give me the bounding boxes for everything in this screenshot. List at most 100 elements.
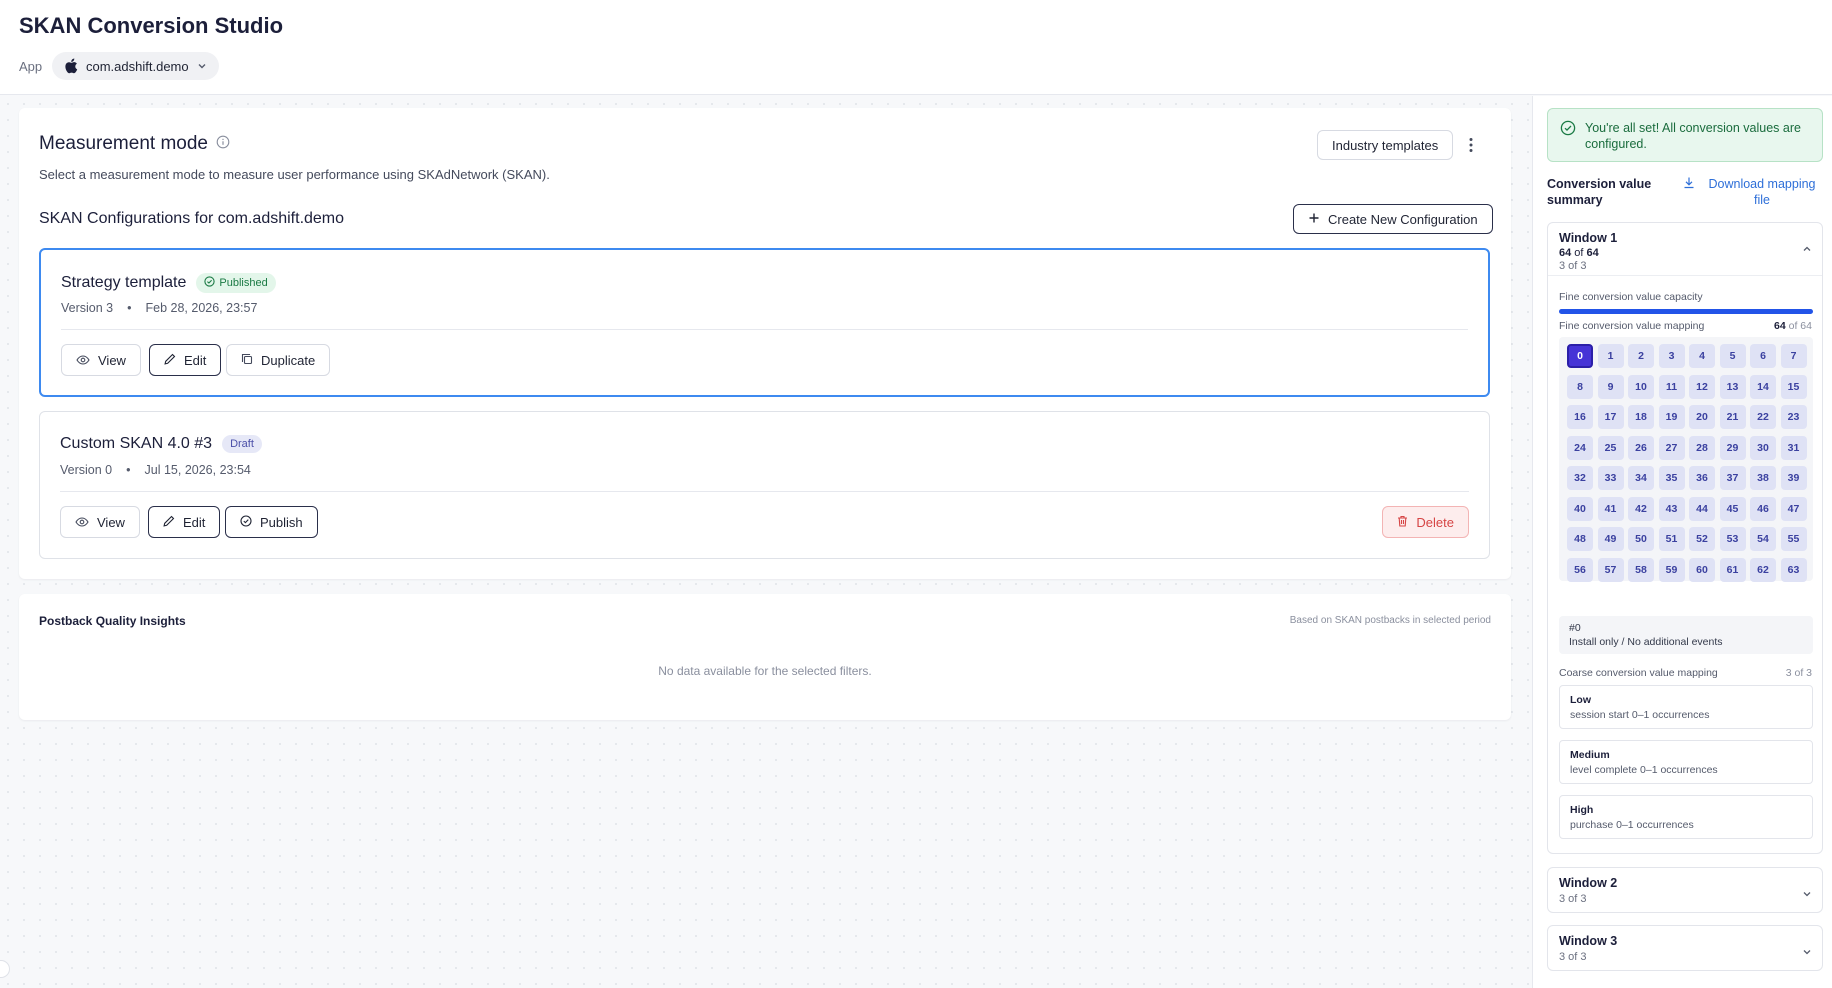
conversion-value-cell[interactable]: 62: [1750, 557, 1776, 582]
conversion-value-cell[interactable]: 35: [1658, 466, 1685, 490]
conversion-value-cell[interactable]: 14: [1750, 374, 1776, 399]
coarse-item-desc: session start 0–1 occurrences: [1570, 709, 1710, 721]
conversion-value-cell[interactable]: 31: [1780, 435, 1807, 460]
industry-templates-button[interactable]: Industry templates: [1317, 130, 1454, 160]
conversion-value-cell[interactable]: 34: [1628, 466, 1654, 490]
conversion-value-cell[interactable]: 50: [1628, 527, 1654, 551]
conversion-value-cell[interactable]: 41: [1597, 496, 1624, 521]
download-mapping-link[interactable]: Download mapping file: [1683, 176, 1823, 208]
conversion-value-cell[interactable]: 53: [1719, 527, 1746, 551]
app-selector[interactable]: com.adshift.demo: [52, 52, 219, 80]
more-options-icon[interactable]: [1461, 135, 1481, 155]
conversion-value-cell[interactable]: 54: [1750, 527, 1776, 551]
coarse-item-low[interactable]: Low session start 0–1 occurrences: [1559, 685, 1813, 729]
conversion-value-cell[interactable]: 55: [1780, 527, 1807, 551]
conversion-value-cell[interactable]: 9: [1597, 374, 1624, 399]
configs-title: SKAN Configurations for com.adshift.demo: [39, 210, 345, 227]
coarse-item-medium[interactable]: Medium level complete 0–1 occurrences: [1559, 740, 1813, 784]
conversion-value-cell[interactable]: 39: [1780, 466, 1807, 490]
conversion-value-cell[interactable]: 49: [1597, 527, 1624, 551]
edit-button[interactable]: Edit: [149, 344, 222, 376]
window-2-panel[interactable]: Window 2 3 of 3: [1547, 867, 1823, 913]
edit-button[interactable]: Edit: [148, 506, 221, 538]
conversion-value-cell[interactable]: 7: [1780, 344, 1807, 368]
conversion-value-cell[interactable]: 19: [1658, 405, 1685, 429]
insights-empty-state: No data available for the selected filte…: [658, 664, 872, 678]
view-button[interactable]: View: [61, 344, 141, 376]
conversion-value-cell[interactable]: 59: [1658, 557, 1685, 582]
conversion-value-cell[interactable]: 42: [1628, 496, 1654, 521]
conversion-value-cell[interactable]: 10: [1628, 374, 1654, 399]
conversion-value-cell[interactable]: 20: [1689, 405, 1715, 429]
conversion-value-cell[interactable]: 17: [1597, 405, 1624, 429]
conversion-value-cell[interactable]: 46: [1750, 496, 1776, 521]
app-label: App: [19, 59, 43, 74]
conversion-value-cell[interactable]: 3: [1658, 344, 1685, 368]
conversion-value-cell[interactable]: 60: [1689, 557, 1715, 582]
conversion-value-cell[interactable]: 36: [1689, 466, 1715, 490]
conversion-value-cell[interactable]: 26: [1628, 435, 1654, 460]
conversion-value-cell[interactable]: 30: [1750, 435, 1776, 460]
chevron-down-icon[interactable]: [1802, 944, 1812, 962]
info-icon[interactable]: [216, 133, 230, 155]
conversion-value-cell[interactable]: 1: [1597, 344, 1624, 368]
conversion-value-cell[interactable]: 28: [1689, 435, 1715, 460]
conversion-value-cell[interactable]: 21: [1719, 405, 1746, 429]
conversion-value-cell[interactable]: 43: [1658, 496, 1685, 521]
conversion-value-cell[interactable]: 22: [1750, 405, 1776, 429]
conversion-value-cell[interactable]: 57: [1597, 557, 1624, 582]
config-version: Version 0: [60, 463, 113, 477]
conversion-value-cell[interactable]: 25: [1597, 435, 1624, 460]
publish-button[interactable]: Publish: [225, 506, 318, 538]
conversion-value-cell[interactable]: 38: [1750, 466, 1776, 490]
conversion-value-cell[interactable]: 63: [1780, 557, 1807, 582]
view-label: View: [97, 514, 125, 530]
conversion-value-cell[interactable]: 32: [1567, 466, 1593, 490]
conversion-value-cell[interactable]: 45: [1719, 496, 1746, 521]
config-card-custom-skan[interactable]: Custom SKAN 4.0 #3 Draft Version 0 • Jul…: [39, 411, 1490, 559]
conversion-value-cell[interactable]: 11: [1658, 374, 1685, 399]
conversion-value-cell[interactable]: 23: [1780, 405, 1807, 429]
conversion-value-cell[interactable]: 44: [1689, 496, 1715, 521]
meta-separator: •: [127, 301, 132, 315]
conversion-value-cell[interactable]: 4: [1689, 344, 1715, 368]
conversion-value-cell[interactable]: 51: [1658, 527, 1685, 551]
conversion-value-cell[interactable]: 13: [1719, 374, 1746, 399]
conversion-value-cell[interactable]: 6: [1750, 344, 1776, 368]
conversion-value-cell[interactable]: 8: [1567, 374, 1593, 399]
conversion-value-cell[interactable]: 24: [1567, 435, 1593, 460]
view-button[interactable]: View: [60, 506, 140, 538]
check-circle-icon: [240, 514, 252, 530]
delete-button[interactable]: Delete: [1382, 506, 1469, 538]
conversion-value-cell[interactable]: 52: [1689, 527, 1715, 551]
conversion-value-cell[interactable]: 48: [1567, 527, 1593, 551]
duplicate-button[interactable]: Duplicate: [226, 344, 331, 376]
conversion-value-cell[interactable]: 0: [1567, 344, 1593, 368]
coarse-mapping-count: 3 of 3: [1785, 667, 1812, 679]
conversion-value-cell[interactable]: 33: [1597, 466, 1624, 490]
check-circle-icon: [204, 276, 216, 290]
window-3-panel[interactable]: Window 3 3 of 3: [1547, 925, 1823, 971]
divider: [60, 491, 1469, 492]
conversion-value-cell[interactable]: 16: [1567, 405, 1593, 429]
chevron-down-icon[interactable]: [1802, 886, 1812, 904]
conversion-value-cell[interactable]: 37: [1719, 466, 1746, 490]
conversion-value-cell[interactable]: 56: [1567, 557, 1593, 582]
conversion-value-cell[interactable]: 5: [1719, 344, 1746, 368]
create-configuration-button[interactable]: Create New Configuration: [1293, 204, 1493, 234]
conversion-value-cell[interactable]: 47: [1780, 496, 1807, 521]
conversion-value-cell[interactable]: 2: [1628, 344, 1654, 368]
conversion-value-cell[interactable]: 12: [1689, 374, 1715, 399]
conversion-value-cell[interactable]: 18: [1628, 405, 1654, 429]
success-alert-text: You're all set! All conversion values ar…: [1585, 121, 1801, 151]
conversion-value-cell[interactable]: 15: [1780, 374, 1807, 399]
conversion-value-cell[interactable]: 40: [1567, 496, 1593, 521]
conversion-value-cell[interactable]: 27: [1658, 435, 1685, 460]
conversion-value-cell[interactable]: 29: [1719, 435, 1746, 460]
duplicate-label: Duplicate: [261, 352, 316, 368]
conversion-value-cell[interactable]: 58: [1628, 557, 1654, 582]
coarse-item-high[interactable]: High purchase 0–1 occurrences: [1559, 795, 1813, 839]
conversion-value-cell[interactable]: 61: [1719, 557, 1746, 582]
chevron-up-icon[interactable]: [1802, 241, 1812, 259]
config-card-strategy-template[interactable]: Strategy template Published Version 3 • …: [39, 248, 1490, 397]
